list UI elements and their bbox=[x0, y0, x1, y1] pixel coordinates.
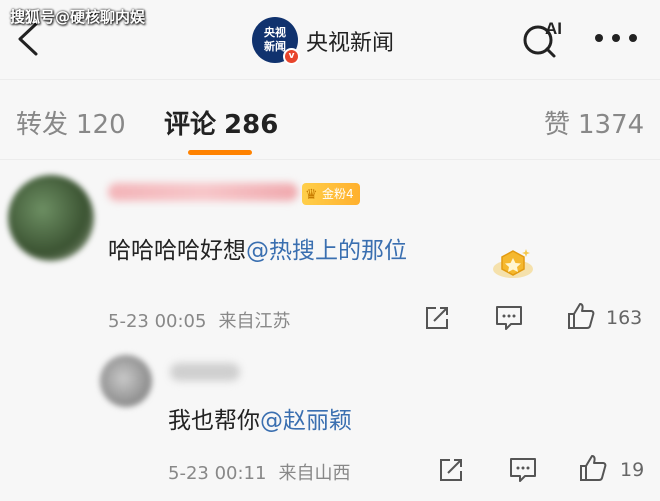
mention-link[interactable]: @赵丽颖 bbox=[260, 408, 352, 434]
comment-meta: 5-23 00:11 来自山西 bbox=[168, 459, 350, 485]
comment-text-body: 哈哈哈哈好想 bbox=[108, 238, 246, 264]
tab-bar: 转发 120 评论 286 赞 1374 bbox=[0, 80, 660, 160]
fan-badge-label: 金粉4 bbox=[322, 187, 354, 201]
thumbs-up-icon[interactable] bbox=[566, 301, 596, 331]
tab-label: 转发 bbox=[16, 110, 69, 140]
avatar[interactable] bbox=[8, 175, 94, 261]
medal-icon bbox=[493, 249, 533, 278]
comment-time: 5-23 00:11 bbox=[168, 463, 267, 484]
share-icon[interactable] bbox=[436, 455, 466, 485]
ai-label: AI bbox=[545, 19, 562, 38]
tab-label: 评论 bbox=[164, 110, 217, 140]
comment-text: 我也帮你@赵丽颖 bbox=[168, 401, 352, 435]
logo-text-top: 央视 bbox=[264, 26, 286, 39]
active-tab-indicator bbox=[188, 150, 252, 155]
channel-avatar[interactable]: 央视 新闻 v bbox=[252, 17, 300, 65]
comment-location: 来自江苏 bbox=[218, 311, 291, 332]
avatar[interactable] bbox=[100, 355, 152, 407]
tab-likes[interactable]: 赞 1374 bbox=[544, 104, 644, 141]
comment-icon[interactable] bbox=[508, 455, 538, 485]
tab-comments[interactable]: 评论 286 bbox=[164, 104, 278, 141]
comment-location: 来自山西 bbox=[278, 463, 351, 484]
tab-label: 赞 bbox=[544, 110, 571, 140]
tab-count: 1374 bbox=[578, 110, 645, 140]
tab-reposts[interactable]: 转发 120 bbox=[16, 104, 126, 141]
more-icon[interactable] bbox=[594, 33, 638, 43]
thumbs-up-icon[interactable] bbox=[578, 453, 608, 483]
back-arrow-icon[interactable] bbox=[14, 22, 40, 56]
comment-text-body: 我也帮你 bbox=[168, 408, 260, 434]
page-title: 央视新闻 bbox=[306, 31, 395, 56]
tab-count: 120 bbox=[76, 110, 126, 140]
crown-icon: ♛ bbox=[305, 187, 318, 203]
like-count: 19 bbox=[620, 459, 645, 481]
verified-badge: v bbox=[283, 48, 300, 65]
username[interactable] bbox=[170, 363, 240, 381]
share-icon[interactable] bbox=[422, 303, 452, 333]
comment-icon[interactable] bbox=[494, 303, 524, 333]
ai-search-icon[interactable]: AI bbox=[520, 16, 568, 60]
comment-item: ♛ 金粉4 哈哈哈哈好想@热搜上的那位 5-23 00:05 来自江苏 163 bbox=[0, 161, 660, 341]
tab-count: 286 bbox=[224, 110, 279, 140]
comment-time: 5-23 00:05 bbox=[108, 311, 207, 332]
watermark: 搜狐号@硬核聊内娱 bbox=[10, 8, 146, 26]
mention-link[interactable]: @热搜上的那位 bbox=[246, 238, 407, 264]
comment-meta: 5-23 00:05 来自江苏 bbox=[108, 307, 290, 333]
comment-text: 哈哈哈哈好想@热搜上的那位 bbox=[108, 231, 407, 265]
reply-item: 我也帮你@赵丽颖 5-23 00:11 来自山西 19 bbox=[0, 341, 660, 501]
username[interactable] bbox=[108, 183, 298, 201]
like-count: 163 bbox=[606, 307, 643, 329]
fan-level-badge: ♛ 金粉4 bbox=[302, 183, 360, 205]
